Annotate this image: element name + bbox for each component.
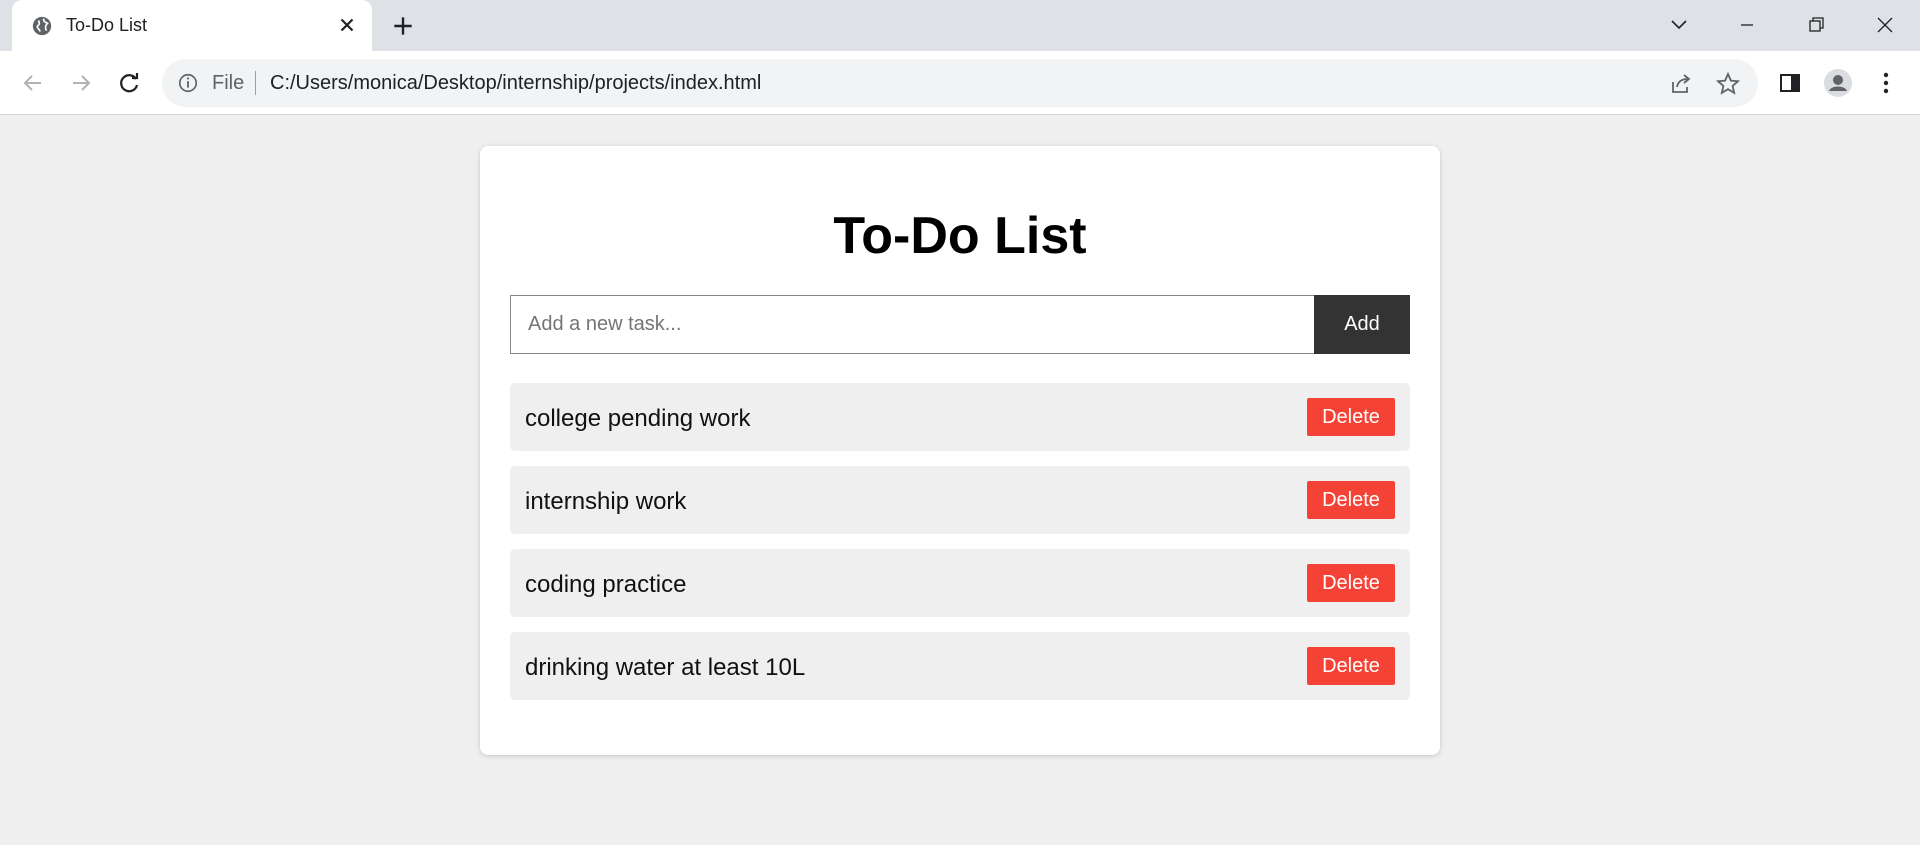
url-scheme-label: File [212,72,245,94]
task-list: college pending work Delete internship w… [510,383,1410,715]
url-text[interactable]: C:/Users/monica/Desktop/internship/proje… [270,72,761,95]
share-icon[interactable] [1668,71,1694,97]
task-text: college pending work [525,405,751,432]
task-item: internship work Delete [510,466,1410,534]
back-icon[interactable] [18,68,48,98]
new-task-input[interactable] [510,295,1315,354]
page-title: To-Do List [833,207,1087,265]
task-item: drinking water at least 10L Delete [510,632,1410,700]
star-icon[interactable] [1715,71,1741,97]
close-icon[interactable] [336,14,358,36]
globe-icon [31,15,53,37]
window-close-icon[interactable] [1870,10,1900,40]
add-button[interactable]: Add [1314,295,1410,354]
reload-icon[interactable] [114,68,144,98]
todo-card: To-Do List Add college pending work Dele… [480,146,1440,755]
forward-icon[interactable] [66,68,96,98]
chevron-down-icon[interactable] [1664,10,1694,40]
browser-toolbar: File C:/Users/monica/Desktop/internship/… [0,51,1920,115]
browser-tab[interactable]: To-Do List [12,0,372,51]
tab-strip: To-Do List [0,0,1920,51]
tab-title: To-Do List [66,15,148,35]
task-text: internship work [525,488,687,515]
delete-button[interactable]: Delete [1307,564,1395,602]
task-text: coding practice [525,571,687,598]
task-text: drinking water at least 10L [525,654,806,681]
side-panel-icon[interactable] [1775,68,1805,98]
task-item: college pending work Delete [510,383,1410,451]
plus-icon[interactable] [390,13,416,39]
menu-icon[interactable] [1871,68,1901,98]
info-icon[interactable] [177,72,199,94]
task-item: coding practice Delete [510,549,1410,617]
minimize-icon[interactable] [1732,10,1762,40]
separator [255,71,256,95]
address-bar[interactable]: File C:/Users/monica/Desktop/internship/… [162,59,1758,107]
profile-icon[interactable] [1823,68,1853,98]
delete-button[interactable]: Delete [1307,647,1395,685]
restore-icon[interactable] [1801,10,1831,40]
delete-button[interactable]: Delete [1307,398,1395,436]
delete-button[interactable]: Delete [1307,481,1395,519]
